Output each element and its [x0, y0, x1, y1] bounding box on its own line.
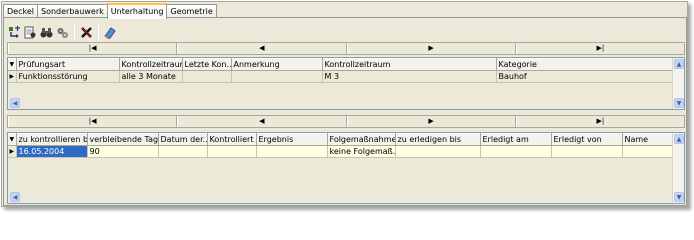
table-cell[interactable]: M 3: [322, 70, 497, 83]
horizontal-scrollbar[interactable]: ◀: [8, 191, 672, 203]
column-header[interactable]: zu kontrollieren bis: [16, 133, 88, 146]
table-cell[interactable]: alle 3 Monate: [119, 70, 183, 83]
scroll-down-button[interactable]: ▼: [674, 98, 684, 108]
column-header[interactable]: Kategorie: [496, 58, 673, 71]
search-button[interactable]: [39, 25, 54, 40]
tab-page-unterhaltung: |◀ ◀ ▶ ▶| ▼ Prüfungsart Kontrollzeitraum…: [3, 17, 687, 206]
column-header[interactable]: Name: [622, 133, 673, 146]
nav-next-button[interactable]: ▶: [346, 43, 516, 54]
table-cell[interactable]: [551, 145, 623, 158]
column-header[interactable]: Ergebnis: [256, 133, 328, 146]
nav-prev-button[interactable]: ◀: [177, 43, 347, 54]
column-header[interactable]: Kontrollzeitraum: [119, 58, 183, 71]
toolbar: [7, 24, 118, 40]
table-cell[interactable]: 90: [87, 145, 159, 158]
record-navigator-bottom: |◀ ◀ ▶ ▶|: [7, 115, 685, 128]
gears-icon: [57, 27, 68, 38]
binoculars-icon: [40, 27, 53, 37]
header-row: ▼ zu kontrollieren bis verbleibende Tage…: [8, 133, 673, 146]
table-cell[interactable]: [622, 145, 673, 158]
header-selector[interactable]: ▼: [8, 58, 17, 71]
table-cell[interactable]: [182, 70, 232, 83]
header-row: ▼ Prüfungsart Kontrollzeitraum Letzte Ko…: [8, 58, 673, 71]
table-cell[interactable]: [395, 145, 481, 158]
column-header[interactable]: Prüfungsart: [16, 58, 120, 71]
record-navigator-top: |◀ ◀ ▶ ▶|: [7, 42, 685, 55]
delete-button[interactable]: [79, 25, 94, 40]
scroll-up-button[interactable]: ▲: [674, 59, 684, 69]
delete-x-icon: [81, 26, 92, 38]
table-cell[interactable]: [207, 145, 257, 158]
nav-last-button[interactable]: ▶|: [515, 116, 684, 127]
tab-deckel[interactable]: Deckel: [3, 4, 38, 18]
scroll-down-button[interactable]: ▼: [674, 192, 684, 202]
vertical-scrollbar[interactable]: ▲ ▼: [672, 133, 684, 203]
nav-first-button[interactable]: |◀: [8, 116, 178, 127]
toolbar-separator: [98, 24, 99, 40]
open-record-button[interactable]: [23, 25, 38, 40]
column-header[interactable]: Kontrollzeitraum: [322, 58, 497, 71]
table-cell[interactable]: Bauhof: [496, 70, 673, 83]
row-selector[interactable]: ▶: [8, 145, 17, 158]
table-cell[interactable]: keine Folgemaß...: [327, 145, 396, 158]
vertical-scrollbar[interactable]: ▲ ▼: [672, 58, 684, 109]
column-header[interactable]: Kontrolliert ...: [207, 133, 257, 146]
document-binoculars-icon: [24, 26, 36, 38]
table-row[interactable]: ▶ 16.05.2004 90 keine Folgemaß...: [8, 145, 673, 158]
properties-button[interactable]: [55, 25, 70, 40]
table-cell[interactable]: [480, 145, 552, 158]
header-selector[interactable]: ▼: [8, 133, 17, 146]
scroll-up-button[interactable]: ▲: [674, 134, 684, 144]
column-header[interactable]: Datum der...: [158, 133, 208, 146]
pruefungen-grid: ▼ Prüfungsart Kontrollzeitraum Letzte Ko…: [7, 57, 685, 110]
kontrollen-grid: ▼ zu kontrollieren bis verbleibende Tage…: [7, 132, 685, 204]
scroll-left-button[interactable]: ◀: [10, 98, 20, 108]
table-row[interactable]: ▶ Funktionsstörung alle 3 Monate M 3 Bau…: [8, 70, 673, 83]
column-header[interactable]: zu erledigen bis: [395, 133, 481, 146]
add-arrow-icon: [9, 25, 20, 38]
table-cell[interactable]: [158, 145, 208, 158]
window-frame: Deckel Sonderbauwerk Unterhaltung Geomet…: [1, 1, 688, 207]
tab-geometrie[interactable]: Geometrie: [166, 4, 217, 18]
toolbar-separator: [74, 24, 75, 40]
new-record-button[interactable]: [7, 25, 22, 40]
nav-last-button[interactable]: ▶|: [515, 43, 684, 54]
column-header[interactable]: Anmerkung: [231, 58, 323, 71]
tab-sonderbauwerk[interactable]: Sonderbauwerk: [36, 4, 108, 18]
row-selector[interactable]: ▶: [8, 70, 17, 83]
column-header[interactable]: Erledigt am: [480, 133, 552, 146]
clear-button[interactable]: [103, 25, 118, 40]
column-header[interactable]: Erledigt von: [551, 133, 623, 146]
tab-strip: Deckel Sonderbauwerk Unterhaltung Geomet…: [3, 3, 217, 19]
table-cell[interactable]: [256, 145, 328, 158]
nav-first-button[interactable]: |◀: [8, 43, 178, 54]
column-header[interactable]: verbleibende Tage: [87, 133, 159, 146]
nav-next-button[interactable]: ▶: [346, 116, 516, 127]
nav-prev-button[interactable]: ◀: [177, 116, 347, 127]
horizontal-scrollbar[interactable]: ◀: [8, 97, 672, 109]
eraser-icon: [104, 26, 116, 39]
table-cell[interactable]: [231, 70, 323, 83]
tab-unterhaltung[interactable]: Unterhaltung: [106, 3, 168, 19]
scroll-left-button[interactable]: ◀: [10, 192, 20, 202]
table-cell-selected[interactable]: 16.05.2004: [16, 145, 88, 158]
table-cell[interactable]: Funktionsstörung: [16, 70, 120, 83]
column-header[interactable]: Folgemaßnahme: [327, 133, 396, 146]
column-header[interactable]: Letzte Kon...: [182, 58, 232, 71]
